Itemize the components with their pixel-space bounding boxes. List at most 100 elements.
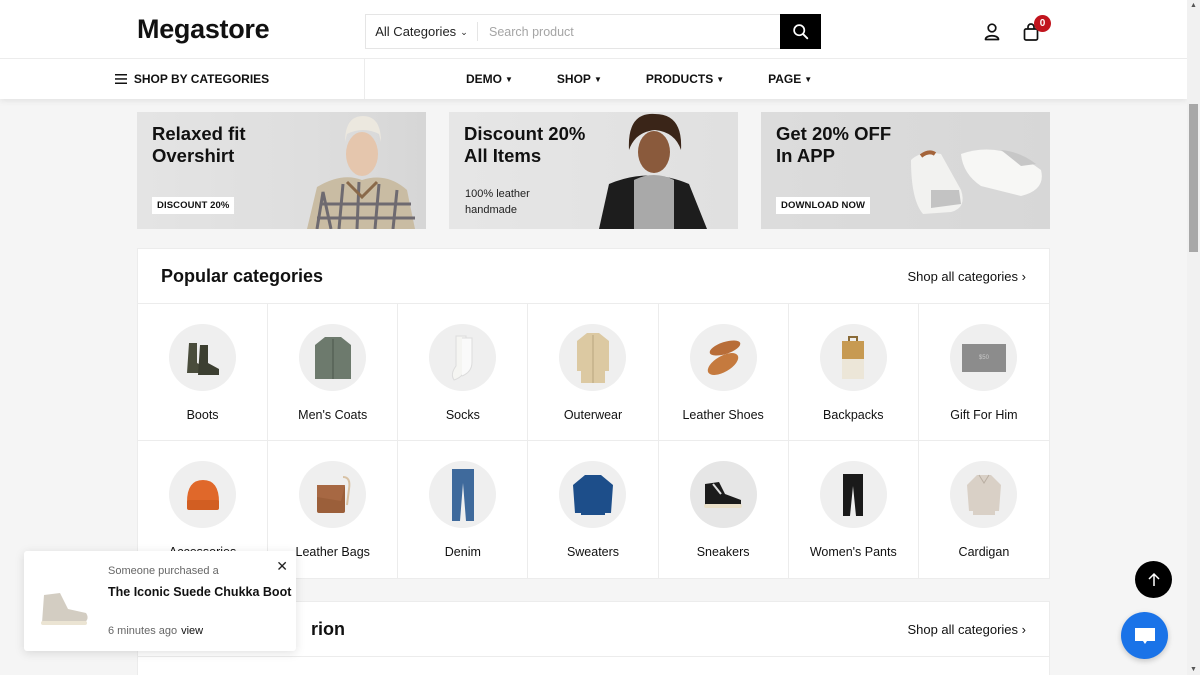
banner-title: Discount 20% All Items [464, 123, 586, 166]
section-header: Popular categories Shop all categories › [138, 249, 1049, 304]
chevron-down-icon: ▼ [804, 74, 813, 84]
category-outerwear[interactable]: Outerwear [528, 304, 659, 441]
popup-view-link[interactable]: view [181, 625, 203, 637]
hamburger-menu-icon [114, 74, 127, 84]
category-denim[interactable]: Denim [398, 441, 529, 578]
chevron-down-icon: ▼ [593, 74, 602, 84]
popular-categories-section: Popular categories Shop all categories ›… [137, 248, 1050, 579]
category-label: Boots [186, 408, 219, 422]
category-leather-shoes[interactable]: Leather Shoes [658, 304, 789, 441]
scrollbar-thumb[interactable] [1189, 104, 1198, 252]
category-image: $50 [950, 324, 1018, 391]
category-select[interactable]: All Categories ⌄ [366, 22, 478, 41]
scroll-up-arrow-icon[interactable]: ▲ [1190, 2, 1197, 9]
category-image [950, 461, 1018, 528]
nav-item-products[interactable]: PRODUCTS ▼ [646, 72, 724, 86]
nav-menu: DEMO ▼ SHOP ▼ PRODUCTS ▼ PAGE ▼ [466, 59, 856, 99]
nav-item-page[interactable]: PAGE ▼ [768, 72, 812, 86]
promo-banner-app[interactable]: Get 20% OFF In APP DOWNLOAD NOW [761, 112, 1050, 229]
sneakers-image [911, 149, 1042, 214]
logo[interactable]: Megastore [137, 14, 270, 45]
banner-title: Get 20% OFF In APP [776, 123, 892, 166]
search-bar: All Categories ⌄ [365, 14, 821, 49]
nav-item-label: DEMO [466, 72, 502, 86]
jeans-icon [451, 468, 474, 521]
popup-meta: 6 minutes ago view [108, 625, 203, 637]
nav-item-label: PRODUCTS [645, 72, 714, 86]
category-mens-coats[interactable]: Men's Coats [268, 304, 399, 441]
popup-product-name[interactable]: The Iconic Suede Chukka Boot [108, 585, 291, 599]
category-label: Backpacks [823, 408, 884, 422]
gift-card-icon: $50 [961, 343, 1006, 372]
chat-bubble-icon [1134, 627, 1155, 644]
socks-icon [451, 335, 473, 381]
category-boots[interactable]: Boots [138, 304, 269, 441]
category-socks[interactable]: Socks [398, 304, 529, 441]
category-label: Denim [444, 545, 481, 559]
nav-item-shop[interactable]: SHOP ▼ [557, 72, 602, 86]
category-label: Cardigan [958, 545, 1010, 559]
link-label: Shop all categories [907, 268, 1019, 284]
category-image [429, 461, 497, 528]
banner-tag[interactable]: DISCOUNT 20% [152, 197, 235, 214]
category-label: Sweaters [566, 545, 620, 559]
category-label: Sneakers [696, 545, 750, 559]
category-image [819, 324, 887, 391]
category-image [169, 324, 237, 391]
chevron-down-icon: ▼ [505, 74, 513, 84]
back-to-top-button[interactable] [1135, 561, 1172, 598]
shop-all-categories-link[interactable]: Shop all categories › [907, 622, 1026, 637]
page-scrollbar[interactable]: ▲ ▼ [1187, 0, 1200, 675]
header-top: Megastore All Categories ⌄ 0 [0, 0, 1187, 59]
search-input[interactable] [478, 15, 780, 48]
category-label: Socks [445, 408, 480, 422]
sneakers-icon [704, 481, 743, 508]
banner-tag[interactable]: DOWNLOAD NOW [776, 197, 871, 214]
category-womens-pants[interactable]: Women's Pants [789, 441, 919, 578]
promo-banner-overshirt[interactable]: Relaxed fit Overshirt DISCOUNT 20% [137, 112, 426, 229]
shop-all-categories-link[interactable]: Shop all categories › [907, 269, 1026, 284]
banner-subtitle: 100% leather handmade [465, 188, 530, 216]
scroll-down-arrow-icon[interactable]: ▼ [1190, 666, 1197, 673]
category-sweaters[interactable]: Sweaters [528, 441, 659, 578]
model-overshirt-image [307, 116, 415, 229]
category-label: Outerwear [563, 408, 623, 422]
category-image [429, 324, 497, 391]
category-cardigan[interactable]: Cardigan [919, 441, 1049, 578]
search-icon [793, 24, 809, 40]
cart-count-badge: 0 [1034, 15, 1051, 32]
category-label: Gift For Him [950, 408, 1018, 422]
close-icon[interactable]: ✕ [276, 558, 288, 575]
category-grid: Boots Men's Coats Socks Outerwear Leathe… [138, 304, 1049, 578]
nav-item-demo[interactable]: DEMO ▼ [466, 72, 513, 86]
outerwear-icon [576, 332, 609, 383]
site-header: Megastore All Categories ⌄ 0 SHOP BY CAT… [0, 0, 1187, 99]
backpack-icon [842, 335, 865, 379]
chevron-down-icon: ⌄ [460, 27, 468, 37]
search-button[interactable] [780, 14, 821, 49]
sweater-icon [572, 474, 613, 515]
category-label: Leather Shoes [682, 408, 764, 422]
user-icon[interactable] [982, 22, 1002, 42]
category-select-label: All Categories [375, 24, 457, 39]
chat-button[interactable] [1121, 612, 1168, 659]
coat-icon [314, 336, 351, 379]
promo-banners: Relaxed fit Overshirt DISCOUNT 20% Disco… [137, 112, 1050, 229]
chevron-right-icon: › [1021, 621, 1026, 637]
section-title: Popular categories [161, 265, 324, 286]
category-sneakers[interactable]: Sneakers [659, 441, 789, 578]
category-gift-for-him[interactable]: $50 Gift For Him [918, 304, 1049, 441]
category-image [819, 461, 887, 528]
category-backpacks[interactable]: Backpacks [788, 304, 919, 441]
shop-by-categories-button[interactable]: SHOP BY CATEGORIES [0, 59, 365, 99]
category-image [559, 461, 627, 528]
boots-icon [186, 342, 219, 375]
loafers-icon [707, 339, 741, 375]
model-hoodie-image [599, 113, 707, 229]
nav-item-label: SHOP [556, 72, 591, 86]
beanie-icon [186, 479, 219, 510]
popup-time: 6 minutes ago [108, 625, 178, 637]
promo-banner-discount[interactable]: Discount 20% All Items 100% leather hand… [449, 112, 738, 229]
popup-caption: Someone purchased a [108, 565, 219, 577]
category-label: Men's Coats [298, 408, 368, 422]
